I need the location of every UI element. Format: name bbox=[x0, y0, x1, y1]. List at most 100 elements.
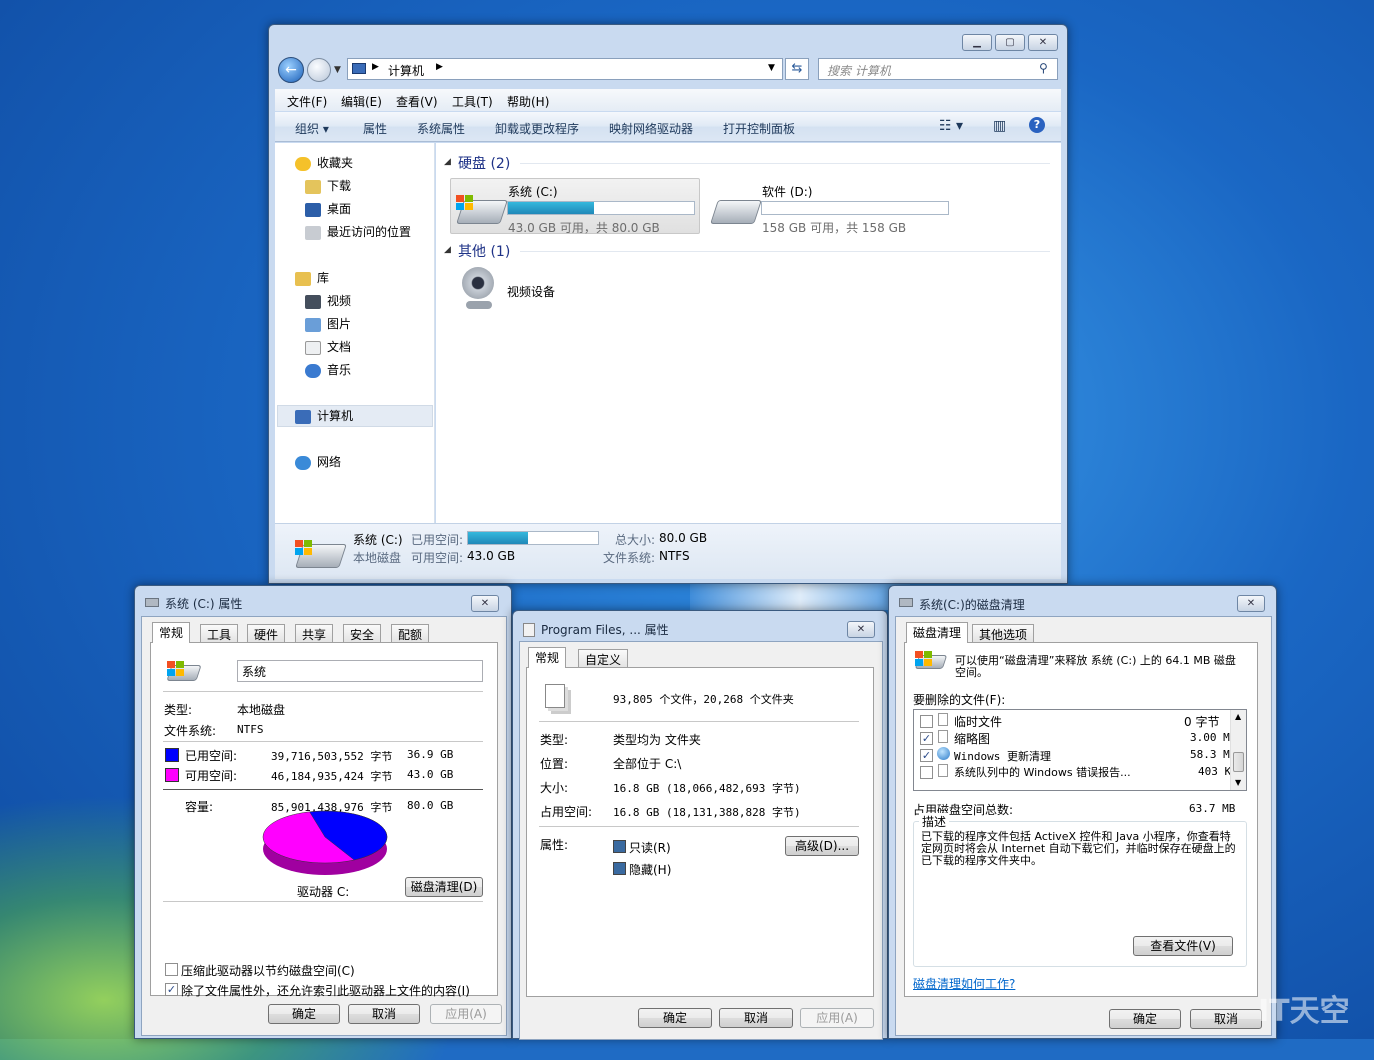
nav-videos[interactable]: 视频 bbox=[305, 291, 351, 311]
close-button[interactable]: ✕ bbox=[471, 595, 499, 612]
tab-security[interactable]: 安全 bbox=[343, 624, 382, 642]
temp-files-checkbox[interactable] bbox=[920, 715, 933, 728]
windows-update-label[interactable]: Windows 更新清理 bbox=[954, 748, 1051, 764]
tab-sharing[interactable]: 共享 bbox=[295, 624, 334, 642]
thumbnails-label[interactable]: 缩略图 bbox=[954, 730, 990, 747]
compress-label[interactable]: 压缩此驱动器以节约磁盘空间(C) bbox=[181, 962, 355, 979]
nav-favorites[interactable]: 收藏夹 bbox=[295, 153, 353, 173]
close-button[interactable]: ✕ bbox=[1237, 595, 1265, 612]
apply-button[interactable]: 应用(A) bbox=[800, 1008, 874, 1028]
close-button[interactable]: ✕ bbox=[1028, 34, 1058, 51]
nav-desktop[interactable]: 桌面 bbox=[305, 199, 351, 219]
site-watermark: IT天空 bbox=[1258, 994, 1350, 1029]
recent-pages-chevron-icon[interactable]: ▼ bbox=[334, 65, 341, 75]
nav-recent[interactable]: 最近访问的位置 bbox=[305, 222, 411, 242]
properties-button[interactable]: 属性 bbox=[363, 120, 387, 137]
details-windows-logo-icon bbox=[295, 540, 313, 556]
refresh-button[interactable]: ⇆ bbox=[785, 58, 809, 80]
nav-downloads[interactable]: 下载 bbox=[305, 176, 351, 196]
drive-d-icon[interactable] bbox=[710, 200, 762, 224]
collapse-other-icon[interactable]: ◢ bbox=[444, 245, 451, 255]
map-network-drive-button[interactable]: 映射网络驱动器 bbox=[609, 120, 693, 137]
webcam-icon[interactable] bbox=[462, 267, 494, 299]
menu-edit[interactable]: 编辑(E) bbox=[341, 93, 382, 110]
view-files-button[interactable]: 查看文件(V) bbox=[1133, 936, 1233, 956]
open-control-panel-button[interactable]: 打开控制面板 bbox=[723, 120, 795, 137]
menu-help[interactable]: 帮助(H) bbox=[507, 93, 549, 110]
index-checkbox[interactable]: ✓ bbox=[165, 983, 178, 996]
uninstall-program-button[interactable]: 卸载或更改程序 bbox=[495, 120, 579, 137]
organize-button[interactable]: 组织 ▾ bbox=[295, 120, 329, 137]
group-other[interactable]: 其他 (1) bbox=[458, 241, 510, 261]
scroll-up-icon[interactable]: ▲ bbox=[1235, 712, 1241, 721]
usage-pie-chart bbox=[262, 810, 388, 875]
index-label[interactable]: 除了文件属性外，还允许索引此驱动器上文件的内容(I) bbox=[181, 982, 470, 999]
address-dropdown-icon[interactable]: ▼ bbox=[768, 63, 775, 73]
tab-quota[interactable]: 配额 bbox=[391, 624, 430, 642]
address-bar[interactable]: ▶ 计算机 ▶ ▼ bbox=[347, 58, 783, 80]
hidden-checkbox[interactable] bbox=[613, 862, 626, 875]
tab-disk-cleanup[interactable]: 磁盘清理 bbox=[906, 622, 969, 643]
menu-tools[interactable]: 工具(T) bbox=[452, 93, 493, 110]
breadcrumb-arrow-icon[interactable]: ▶ bbox=[436, 62, 443, 72]
tab-more-options[interactable]: 其他选项 bbox=[972, 624, 1035, 642]
scroll-thumb[interactable] bbox=[1233, 752, 1244, 772]
collapse-hdd-icon[interactable]: ◢ bbox=[444, 157, 451, 167]
tab-hardware[interactable]: 硬件 bbox=[247, 624, 286, 642]
size-on-disk-value: 16.8 GB (18,131,388,828 字节) bbox=[613, 806, 801, 819]
readonly-label[interactable]: 只读(R) bbox=[629, 839, 671, 856]
error-reports-label[interactable]: 系统队列中的 Windows 错误报告... bbox=[954, 764, 1131, 780]
disk-cleanup-button[interactable]: 磁盘清理(D) bbox=[405, 877, 483, 897]
group-hdd[interactable]: 硬盘 (2) bbox=[458, 153, 510, 173]
ok-button[interactable]: 确定 bbox=[1109, 1009, 1181, 1029]
list-scrollbar[interactable]: ▲ ▼ bbox=[1230, 710, 1246, 790]
volume-label-input[interactable]: 系统 bbox=[237, 660, 483, 682]
nav-documents[interactable]: 文档 bbox=[305, 337, 351, 357]
preview-pane-icon[interactable]: ▥ bbox=[993, 118, 1006, 134]
dialog-body: 常规 自定义 93,805 个文件，20,268 个文件夹 类型: 类型均为 文… bbox=[519, 641, 883, 1040]
apply-button[interactable]: 应用(A) bbox=[430, 1004, 502, 1024]
cancel-button[interactable]: 取消 bbox=[348, 1004, 420, 1024]
help-icon[interactable]: ? bbox=[1029, 117, 1045, 133]
close-button[interactable]: ✕ bbox=[847, 621, 875, 638]
wallpaper-light-streak bbox=[690, 580, 910, 610]
scroll-down-icon[interactable]: ▼ bbox=[1235, 778, 1241, 787]
back-button[interactable]: ← bbox=[278, 57, 304, 83]
menu-file[interactable]: 文件(F) bbox=[287, 93, 327, 110]
how-cleanup-works-link[interactable]: 磁盘清理如何工作? bbox=[913, 975, 1015, 992]
nav-pictures[interactable]: 图片 bbox=[305, 314, 351, 334]
video-device-label[interactable]: 视频设备 bbox=[507, 283, 555, 300]
compress-checkbox[interactable] bbox=[165, 963, 178, 976]
minimize-button[interactable]: ▁ bbox=[962, 34, 992, 51]
windows-update-checkbox[interactable]: ✓ bbox=[920, 749, 933, 762]
ok-button[interactable]: 确定 bbox=[268, 1004, 340, 1024]
nav-network[interactable]: 网络 bbox=[295, 452, 341, 472]
readonly-checkbox[interactable] bbox=[613, 840, 626, 853]
temp-files-label[interactable]: 临时文件 bbox=[954, 713, 1002, 730]
breadcrumb-computer[interactable]: 计算机 bbox=[388, 62, 424, 79]
tab-customize[interactable]: 自定义 bbox=[578, 649, 629, 667]
advanced-button[interactable]: 高级(D)... bbox=[785, 836, 859, 856]
drive-d-name[interactable]: 软件 (D:) bbox=[762, 183, 812, 200]
type-value: 类型均为 文件夹 bbox=[613, 733, 701, 747]
nav-music[interactable]: 音乐 bbox=[305, 360, 351, 380]
tab-general[interactable]: 常规 bbox=[528, 647, 567, 668]
forward-button[interactable] bbox=[307, 58, 331, 82]
system-properties-button[interactable]: 系统属性 bbox=[417, 120, 465, 137]
ok-button[interactable]: 确定 bbox=[638, 1008, 712, 1028]
maximize-button[interactable]: ▢ bbox=[995, 34, 1025, 51]
menu-view[interactable]: 查看(V) bbox=[396, 93, 438, 110]
search-input[interactable]: 搜索 计算机 bbox=[827, 62, 891, 79]
search-box[interactable]: 搜索 计算机 ⚲ bbox=[818, 58, 1058, 80]
cancel-button[interactable]: 取消 bbox=[719, 1008, 793, 1028]
error-reports-checkbox[interactable] bbox=[920, 766, 933, 779]
tab-general[interactable]: 常规 bbox=[152, 622, 191, 643]
nav-computer[interactable]: 计算机 bbox=[295, 406, 353, 426]
tab-tools[interactable]: 工具 bbox=[200, 624, 239, 642]
thumbnails-checkbox[interactable]: ✓ bbox=[920, 732, 933, 745]
nav-libraries[interactable]: 库 bbox=[295, 268, 329, 288]
cancel-button[interactable]: 取消 bbox=[1190, 1009, 1262, 1029]
view-options-icon[interactable]: ☷ ▾ bbox=[939, 118, 963, 134]
files-list[interactable]: 临时文件 0 字节 ✓ 缩略图 3.00 MB ✓ Windows 更新清理 5… bbox=[913, 709, 1247, 791]
hidden-label[interactable]: 隐藏(H) bbox=[629, 861, 671, 878]
